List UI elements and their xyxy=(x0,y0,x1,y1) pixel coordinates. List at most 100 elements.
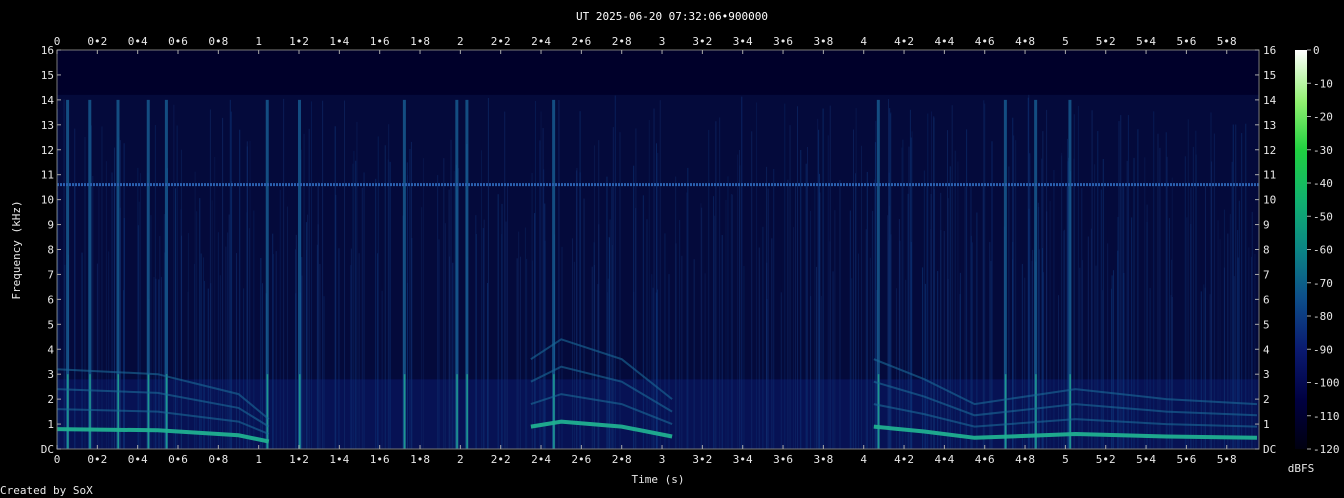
noise-streak xyxy=(174,188,176,449)
noise-streak xyxy=(410,141,412,450)
noise-streak xyxy=(558,99,560,450)
noise-streak xyxy=(1248,247,1250,449)
noise-streak xyxy=(203,280,205,449)
noise-streak xyxy=(1097,131,1099,449)
noise-streak xyxy=(123,218,125,449)
colorbar-tick-label: -20 xyxy=(1313,111,1333,124)
noise-streak xyxy=(832,271,834,449)
x-tick-label-top: 1 xyxy=(255,35,262,48)
x-tick-label-bottom: 4 xyxy=(860,453,867,466)
x-tick-label-bottom: 3•2 xyxy=(692,453,712,466)
x-tick-label-bottom: 0•4 xyxy=(128,453,148,466)
noise-streak xyxy=(651,274,653,449)
colorbar-tick-label: 0 xyxy=(1313,44,1320,57)
y-tick-label-left: 16 xyxy=(41,44,54,57)
noise-streak xyxy=(482,228,484,449)
noise-streak xyxy=(924,283,926,449)
noise-streak xyxy=(984,103,986,449)
noise-streak xyxy=(187,233,189,449)
noise-streak xyxy=(937,271,939,449)
noise-streak xyxy=(531,172,533,449)
noise-streak xyxy=(1110,288,1112,449)
x-tick-label-bottom: 0•2 xyxy=(87,453,107,466)
noise-streak xyxy=(909,109,911,449)
noise-streak xyxy=(307,214,309,449)
noise-streak xyxy=(789,125,791,450)
transient-core xyxy=(403,374,406,449)
noise-streak xyxy=(1241,133,1243,449)
transient-core xyxy=(266,374,269,449)
x-tick-label-bottom: 3 xyxy=(659,453,666,466)
x-tick-label-top: 3•2 xyxy=(692,35,712,48)
y-tick-label-right: 9 xyxy=(1263,219,1270,232)
noise-streak xyxy=(866,171,868,449)
noise-streak xyxy=(301,257,303,449)
noise-streak xyxy=(787,179,789,449)
noise-streak xyxy=(421,207,423,449)
noise-streak xyxy=(593,145,595,450)
noise-streak xyxy=(869,257,871,449)
noise-streak xyxy=(686,192,688,450)
noise-streak xyxy=(286,206,288,449)
x-tick-label-top: 5•8 xyxy=(1217,35,1237,48)
y-tick-label-left: 4 xyxy=(47,343,54,356)
noise-streak xyxy=(635,128,637,449)
noise-streak xyxy=(1081,260,1083,449)
x-tick-label-top: 5 xyxy=(1062,35,1069,48)
noise-streak xyxy=(612,127,614,449)
x-tick-label-top: 1•4 xyxy=(329,35,349,48)
x-tick-label-bottom: 0 xyxy=(54,453,61,466)
noise-streak xyxy=(520,256,522,449)
noise-streak xyxy=(905,279,907,449)
noise-streak xyxy=(943,230,945,449)
noise-streak xyxy=(453,171,455,449)
noise-streak xyxy=(1233,276,1235,449)
noise-streak xyxy=(1159,147,1161,450)
noise-streak xyxy=(217,232,219,449)
noise-streak xyxy=(1046,211,1048,449)
noise-streak xyxy=(497,194,499,449)
noise-streak xyxy=(951,105,953,450)
spectrogram-plot xyxy=(56,49,1260,450)
transient-core xyxy=(877,374,880,449)
y-tick-label-right: 15 xyxy=(1263,69,1276,82)
noise-streak xyxy=(725,199,727,449)
noise-streak xyxy=(526,258,528,449)
noise-streak xyxy=(487,97,489,449)
noise-streak xyxy=(481,150,483,449)
noise-streak xyxy=(1117,216,1119,449)
noise-streak xyxy=(539,140,541,449)
noise-streak xyxy=(1231,161,1233,449)
noise-streak xyxy=(758,247,760,449)
noise-streak xyxy=(608,236,610,449)
noise-streak xyxy=(119,207,121,449)
noise-streak xyxy=(1064,229,1066,449)
noise-streak xyxy=(854,173,856,449)
noise-streak xyxy=(1144,157,1146,450)
noise-streak xyxy=(762,226,764,449)
noise-streak xyxy=(317,181,319,449)
noise-streak xyxy=(319,263,321,449)
noise-streak xyxy=(137,225,139,449)
y-tick-label-left: 9 xyxy=(47,219,54,232)
noise-streak xyxy=(899,240,901,449)
noise-streak xyxy=(990,260,992,449)
noise-streak xyxy=(839,179,841,449)
noise-streak xyxy=(1186,217,1188,449)
y-tick-label-left: 2 xyxy=(47,393,54,406)
noise-streak xyxy=(448,189,450,449)
y-tick-label-right: 8 xyxy=(1263,244,1270,257)
noise-streak xyxy=(1235,124,1237,449)
noise-streak xyxy=(295,249,297,449)
noise-streak xyxy=(1079,267,1081,449)
noise-streak xyxy=(940,192,942,449)
noise-streak xyxy=(806,146,808,450)
y-tick-label-right: 7 xyxy=(1263,268,1270,281)
noise-streak xyxy=(731,194,733,449)
noise-streak xyxy=(1192,146,1194,449)
noise-streak xyxy=(1165,132,1167,450)
x-tick-label-top: 3•8 xyxy=(813,35,833,48)
y-tick-label-right: 12 xyxy=(1263,144,1276,157)
y-tick-label-left: 5 xyxy=(47,318,54,331)
noise-streak xyxy=(989,242,991,449)
